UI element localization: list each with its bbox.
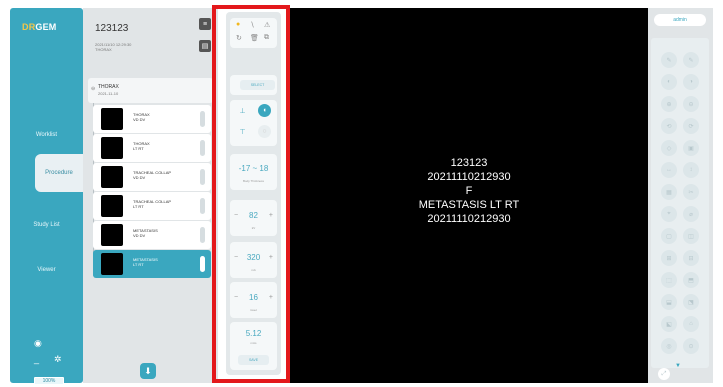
overlay-study-id: 20211110212930 <box>427 171 511 183</box>
battery-indicator: 100% <box>34 377 64 385</box>
image-tools-grid: ✎ ✎ ◐ ◑ ⊕ ⊖ ⟲ ⟳ ◇ ▣ ↔ ↕ ▦ ✂ ⌖ ⌀ ▢ ◫ ⊞ ⊟ … <box>651 38 709 368</box>
series-thumbnail <box>101 253 123 275</box>
tool-icon[interactable]: ✎ <box>661 52 677 68</box>
menu-icon[interactable]: ≡ <box>199 18 211 30</box>
user-badge[interactable]: admin <box>654 14 706 26</box>
nav-item-label: Study List <box>33 222 60 228</box>
nav-item-procedure[interactable]: Procedure <box>35 154 83 192</box>
patient-study-info: 2021/11/10 12:29:30 THORAX <box>95 42 132 52</box>
tool-icon[interactable]: ◇ <box>661 140 677 156</box>
tool-icon[interactable]: ✂ <box>683 184 699 200</box>
tool-icon[interactable]: ◐ <box>661 74 677 90</box>
nav-item-label: Viewer <box>37 267 56 273</box>
drag-handle[interactable] <box>200 256 205 272</box>
series-item[interactable]: TRACHEAL COLLAP VD DV <box>93 163 211 191</box>
tool-icon[interactable]: ◑ <box>683 74 699 90</box>
tool-icon[interactable]: ⊙ <box>683 338 699 354</box>
series-thumbnail <box>101 224 123 246</box>
tool-icon[interactable]: ▢ <box>661 228 677 244</box>
series-thumbnail <box>101 108 123 130</box>
tool-icon[interactable]: ⌖ <box>661 206 677 222</box>
nav-item-viewer[interactable]: Viewer <box>10 251 83 289</box>
series-name: TRACHEAL COLLAP VD DV <box>133 170 172 180</box>
tool-icon[interactable]: ⬔ <box>683 294 699 310</box>
drag-handle[interactable] <box>200 227 205 243</box>
settings-icon[interactable]: ✲ <box>54 354 62 365</box>
download-icon[interactable]: ⬇ <box>140 363 156 379</box>
series-list-panel: 123123 2021/11/10 12:29:30 THORAX ≡ ▤ ⊖ … <box>83 8 218 383</box>
tool-icon[interactable]: ▣ <box>683 140 699 156</box>
patient-overlay: 123123 20211110212930 F METASTASIS LT RT… <box>290 156 648 226</box>
series-item[interactable]: TRACHEAL COLLAP LT RT <box>93 192 211 220</box>
tool-icon[interactable]: ⬒ <box>683 272 699 288</box>
study-item[interactable]: ⊖ THORAX 2021-11-10 <box>88 78 213 103</box>
series-name: TRACHEAL COLLAP LT RT <box>133 199 172 209</box>
tool-icon[interactable]: ↔ <box>661 162 677 178</box>
tool-icon[interactable]: ⬕ <box>661 316 677 332</box>
tool-icon[interactable]: ⊞ <box>661 250 677 266</box>
series-item[interactable]: METASTASIS VD DV <box>93 221 211 249</box>
nav-item-label: Worklist <box>35 132 58 138</box>
tool-icon[interactable]: ▦ <box>661 184 677 200</box>
left-navigation: DRGEM Worklist Procedure Study List View… <box>10 8 83 385</box>
series-item[interactable]: THORAX VD DV <box>93 105 211 133</box>
series-name: THORAX LT RT <box>133 141 150 151</box>
overlay-patient-id: 123123 <box>450 157 488 169</box>
expand-icon[interactable]: ⤢ <box>658 368 670 380</box>
tool-icon[interactable]: ⟳ <box>683 118 699 134</box>
tool-icon[interactable]: ⊟ <box>683 250 699 266</box>
tool-icon[interactable]: ◎ <box>661 338 677 354</box>
tool-icon[interactable]: ⬚ <box>661 272 677 288</box>
series-thumbnail <box>101 137 123 159</box>
app-window: DRGEM Worklist Procedure Study List View… <box>0 0 723 387</box>
series-item-selected[interactable]: METASTASIS LT RT <box>93 250 211 278</box>
drag-handle[interactable] <box>200 198 205 214</box>
study-date: 2021-11-10 <box>98 91 119 96</box>
tool-icon[interactable]: ↕ <box>683 162 699 178</box>
series-thumbnail <box>101 195 123 217</box>
collapse-icon[interactable]: ⊖ <box>91 86 95 92</box>
nav-item-study-list[interactable]: Study List <box>10 206 83 244</box>
status-icon[interactable]: ◉ <box>34 338 42 349</box>
tool-icon[interactable]: ◫ <box>683 228 699 244</box>
drag-handle[interactable] <box>200 111 205 127</box>
study-title: THORAX <box>98 84 119 90</box>
minimize-icon[interactable]: _ <box>34 354 39 364</box>
series-name: METASTASIS LT RT <box>133 257 158 267</box>
series-name: THORAX VD DV <box>133 112 150 122</box>
right-tools-panel: admin ✎ ✎ ◐ ◑ ⊕ ⊖ ⟲ ⟳ ◇ ▣ ↔ ↕ ▦ ✂ ⌖ ⌀ ▢ … <box>648 8 713 383</box>
tool-icon[interactable]: ⬓ <box>661 294 677 310</box>
tool-icon[interactable]: ⊕ <box>661 96 677 112</box>
app-logo: DRGEM <box>22 22 57 32</box>
series-thumbnail <box>101 166 123 188</box>
patient-id: 123123 <box>95 23 129 34</box>
tool-icon[interactable]: ⊖ <box>683 96 699 112</box>
overlay-series-name: METASTASIS LT RT <box>418 199 520 211</box>
overlay-acquisition-id: 20211110212930 <box>427 213 511 225</box>
document-icon[interactable]: ▤ <box>199 40 211 52</box>
tool-icon[interactable]: ⌀ <box>683 206 699 222</box>
scroll-down-icon[interactable]: ▼ <box>675 363 681 369</box>
overlay-sex: F <box>465 185 473 197</box>
drag-handle[interactable] <box>200 140 205 156</box>
nav-item-label: Procedure <box>45 170 73 176</box>
drag-handle[interactable] <box>200 169 205 185</box>
tool-icon[interactable]: ✎ <box>683 52 699 68</box>
series-item[interactable]: THORAX LT RT <box>93 134 211 162</box>
highlight-box <box>212 5 290 383</box>
nav-item-worklist[interactable]: Worklist <box>10 116 83 154</box>
tool-icon[interactable]: ⌂ <box>683 316 699 332</box>
series-name: METASTASIS VD DV <box>133 228 158 238</box>
image-viewer[interactable]: 123123 20211110212930 F METASTASIS LT RT… <box>290 8 648 383</box>
tool-icon[interactable]: ⟲ <box>661 118 677 134</box>
